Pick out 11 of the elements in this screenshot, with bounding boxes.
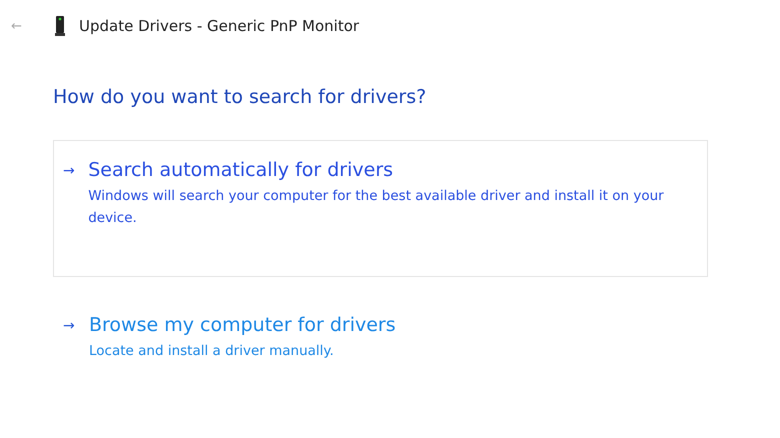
option-title: Browse my computer for drivers xyxy=(89,314,396,336)
arrow-icon: → xyxy=(63,159,88,229)
option-description: Windows will search your computer for the best available driver and install it on your device. xyxy=(88,187,665,228)
option-title: Search automatically for drivers xyxy=(88,159,394,181)
option-link[interactable]: → Browse my computer for drivers Locate and install a driver manually. xyxy=(53,295,708,432)
option-description: Locate and install a driver manually. xyxy=(89,342,335,361)
window-title: Update Drivers - Generic PnP Monitor xyxy=(79,17,360,35)
device-icon xyxy=(55,16,65,36)
page-heading: How do you want to search for drivers? xyxy=(53,86,428,108)
arrow-icon: → xyxy=(63,314,89,362)
option-link[interactable]: → Search automatically for drivers Windows will search your computer for the best available driver and install it on your device. xyxy=(53,140,708,277)
